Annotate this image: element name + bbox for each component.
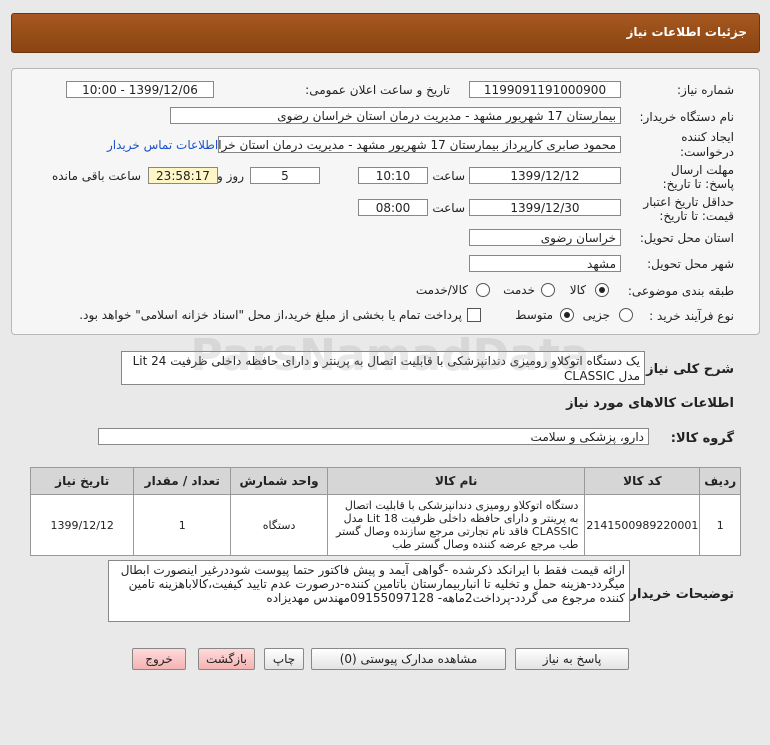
attachments-button[interactable]: مشاهده مدارک پیوستی (0) <box>311 648 506 670</box>
goods-group-label: گروه کالا: <box>670 431 734 446</box>
creator-label: ایجاد کننده درخواست: <box>680 130 734 159</box>
category-radio-goods[interactable] <box>595 283 609 297</box>
description-box: یک دستگاه اتوکلاو رومیزی دندانپزشکی با ق… <box>121 351 645 385</box>
deadline-time-field: 10:10 <box>358 167 428 184</box>
validity-time-field: 08:00 <box>358 199 428 216</box>
header-row-number: ردیف <box>699 467 741 495</box>
deadline-label: مهلت ارسال پاسخ: تا تاریخ: <box>662 163 734 191</box>
description-label: شرح کلی نیاز: <box>640 362 734 377</box>
announce-field: 1399/12/06 - 10:00 <box>66 81 214 98</box>
category-radio-service[interactable] <box>541 283 555 297</box>
days-label: روز و <box>217 169 244 183</box>
goods-group-field: دارو، پزشکی و سلامت <box>98 428 649 445</box>
cell-row-number: 1 <box>699 494 741 556</box>
reply-button[interactable]: پاسخ به نیاز <box>515 648 629 670</box>
province-label: استان محل تحویل: <box>639 231 734 245</box>
cell-unit: دستگاه <box>230 494 328 556</box>
goods-section-title: اطلاعات کالاهای مورد نیاز <box>566 396 734 411</box>
process-option-medium: متوسط <box>515 308 553 322</box>
category-option-service: خدمت <box>503 283 535 297</box>
header-qty: تعداد / مقدار <box>133 467 232 495</box>
process-radio-medium[interactable] <box>560 308 574 322</box>
header-name: نام کالا <box>326 467 586 495</box>
need-number-field: 1199091191000900 <box>469 81 621 98</box>
validity-label: حداقل تاریخ اعتبار قیمت: تا تاریخ: <box>643 195 734 223</box>
page-title: جزئیات اطلاعات نیاز <box>626 25 747 39</box>
cell-qty: 1 <box>133 494 232 556</box>
category-radio-goods-service[interactable] <box>476 283 490 297</box>
contact-link[interactable]: اطلاعات تماس خریدار <box>107 138 218 152</box>
print-button[interactable]: چاپ <box>264 648 304 670</box>
process-label: نوع فرآیند خرید : <box>649 309 734 323</box>
cell-code: 2141500989220001 <box>584 494 701 556</box>
header-date: تاریخ نیاز <box>29 467 135 495</box>
table-row: 1 2141500989220001 دستگاه اتوکلاو رومیزی… <box>29 494 741 556</box>
table-header-row: ردیف کد کالا نام کالا واحد شمارش تعداد /… <box>29 467 741 495</box>
need-number-label: شماره نیاز: <box>677 83 734 97</box>
city-field: مشهد <box>469 255 621 272</box>
process-radio-minor[interactable] <box>619 308 633 322</box>
validity-date-field: 1399/12/30 <box>469 199 621 216</box>
announce-label: تاریخ و ساعت اعلان عمومی: <box>305 83 450 97</box>
validity-time-label: ساعت <box>432 201 465 215</box>
buyer-notes-label: توضیحات خریدار: <box>624 587 734 602</box>
category-option-goods-service: کالا/خدمت <box>415 283 468 297</box>
province-field: خراسان رضوی <box>469 229 621 246</box>
deadline-time-label: ساعت <box>432 169 465 183</box>
payment-checkbox[interactable] <box>467 308 481 322</box>
city-label: شهر محل تحویل: <box>647 257 734 271</box>
back-button[interactable]: بازگشت <box>198 648 255 670</box>
remaining-label: ساعت باقی مانده <box>51 169 141 183</box>
page-header: جزئیات اطلاعات نیاز <box>11 13 760 53</box>
days-field: 5 <box>250 167 320 184</box>
category-option-goods: کالا <box>569 283 586 297</box>
buyer-label: نام دستگاه خریدار: <box>639 110 735 124</box>
buyer-field: بیمارستان 17 شهریور مشهد - مدیریت درمان … <box>170 107 621 124</box>
remaining-time-field: 23:58:17 <box>148 167 218 184</box>
exit-button[interactable]: خروج <box>132 648 186 670</box>
payment-note: پرداخت تمام یا بخشی از مبلغ خرید،از محل … <box>79 308 462 322</box>
cell-date: 1399/12/12 <box>29 494 135 556</box>
process-option-minor: جزیی <box>582 308 610 322</box>
category-label: طبقه بندی موضوعی: <box>627 284 734 298</box>
header-code: کد کالا <box>584 467 701 495</box>
deadline-date-field: 1399/12/12 <box>469 167 621 184</box>
cell-name: دستگاه اتوکلاو رومیزی دندانپزشکی با قابل… <box>326 494 586 556</box>
creator-field: محمود صابری کارپرداز بیمارستان 17 شهریور… <box>218 136 621 153</box>
buyer-notes-box: ارائه قیمت فقط با ایرانکد ذکرشده -گواهی … <box>108 560 630 622</box>
goods-table: ردیف کد کالا نام کالا واحد شمارش تعداد /… <box>29 467 741 556</box>
header-unit: واحد شمارش <box>230 467 328 495</box>
